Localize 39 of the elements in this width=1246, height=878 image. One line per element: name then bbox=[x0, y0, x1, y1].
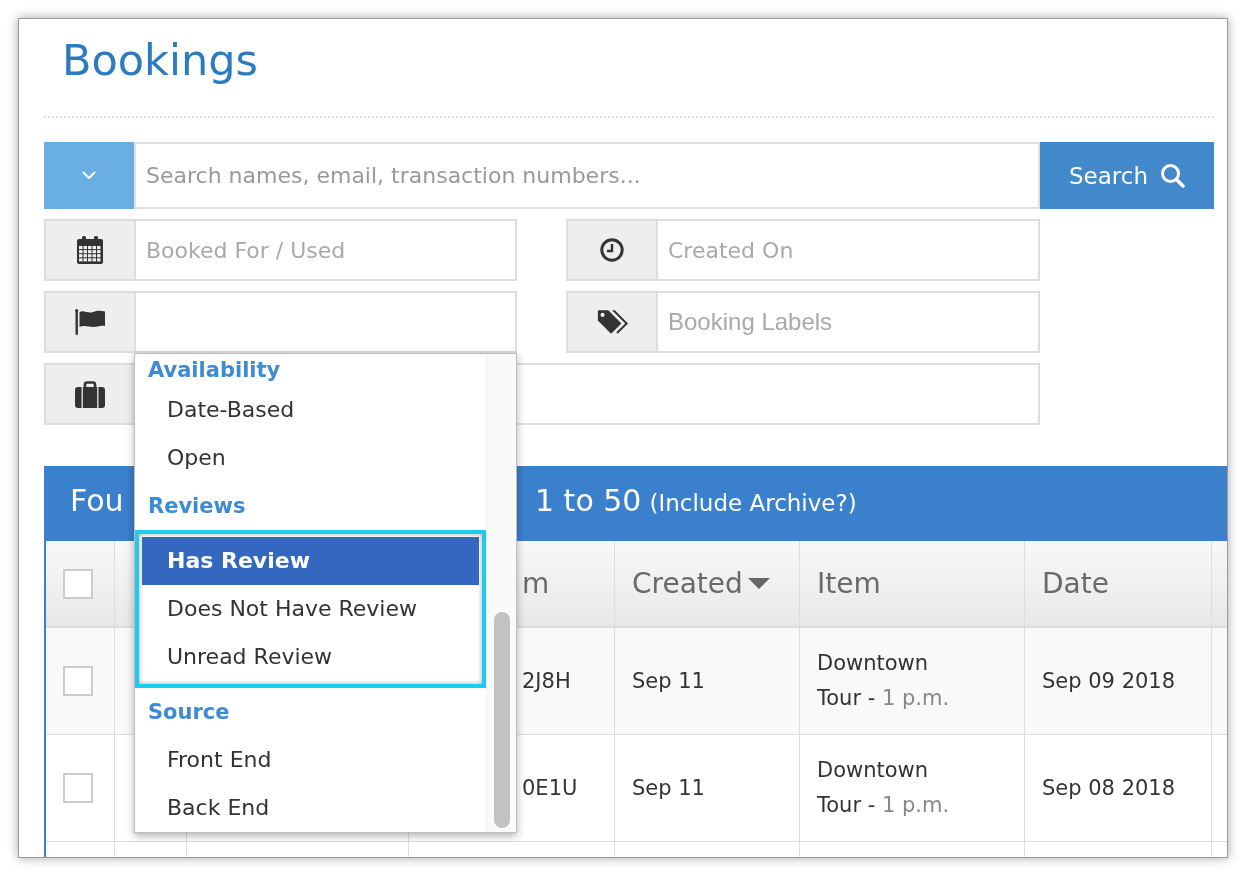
select-all-checkbox[interactable] bbox=[63, 568, 93, 599]
search-options-button[interactable] bbox=[44, 142, 134, 209]
table-cell: Downtown Tour - 1 p.m. bbox=[800, 735, 1025, 841]
results-summary-text: Fou bbox=[70, 483, 124, 518]
table-cell: Sep 11 bbox=[615, 735, 800, 841]
briefcase-icon bbox=[75, 380, 105, 408]
table-cell: Sep 11 bbox=[615, 628, 800, 734]
table-cell: Sep 09 2018 bbox=[1025, 628, 1212, 734]
table-cell: Downtown Tour - 1 p.m. bbox=[800, 628, 1025, 734]
calendar-icon bbox=[77, 236, 103, 264]
option-group-label: Availability bbox=[147, 357, 282, 384]
column-header[interactable]: Created bbox=[632, 567, 770, 600]
clock-icon bbox=[600, 238, 624, 262]
option-group-label: Source bbox=[147, 699, 231, 726]
dropdown-option[interactable]: Date-Based bbox=[135, 386, 486, 434]
date-field[interactable]: Booked For / Used bbox=[134, 219, 517, 281]
dropdown-option[interactable]: Open bbox=[135, 434, 486, 482]
chevron-down-icon bbox=[82, 171, 96, 180]
row-checkbox[interactable] bbox=[63, 666, 93, 696]
include-archive-link[interactable]: (Include Archive?) bbox=[649, 490, 857, 516]
column-header[interactable]: Date bbox=[1042, 567, 1109, 600]
dropdown-option[interactable]: Has Review bbox=[142, 537, 479, 585]
table-cell: Sep 08 2018 bbox=[1025, 735, 1212, 841]
column-header[interactable]: Item bbox=[817, 567, 881, 600]
date-field[interactable]: Created On bbox=[656, 219, 1040, 281]
column-header[interactable]: m bbox=[522, 567, 550, 600]
page-title: Bookings bbox=[62, 34, 258, 87]
row-checkbox[interactable] bbox=[63, 773, 93, 803]
sort-caret-icon bbox=[747, 578, 770, 589]
labels-field[interactable]: Booking Labels bbox=[656, 291, 1040, 353]
results-summary-text: 1 to 50 bbox=[535, 483, 642, 518]
select-field[interactable] bbox=[134, 291, 517, 353]
search-button[interactable]: Search bbox=[1040, 142, 1214, 209]
option-group-label: Reviews bbox=[147, 493, 247, 520]
scrollbar-thumb[interactable] bbox=[493, 612, 510, 828]
tags-icon bbox=[595, 308, 629, 336]
search-icon bbox=[1160, 163, 1185, 188]
search-field[interactable]: Search names, email, transaction numbers... bbox=[134, 142, 1040, 209]
flag-icon bbox=[75, 309, 105, 335]
